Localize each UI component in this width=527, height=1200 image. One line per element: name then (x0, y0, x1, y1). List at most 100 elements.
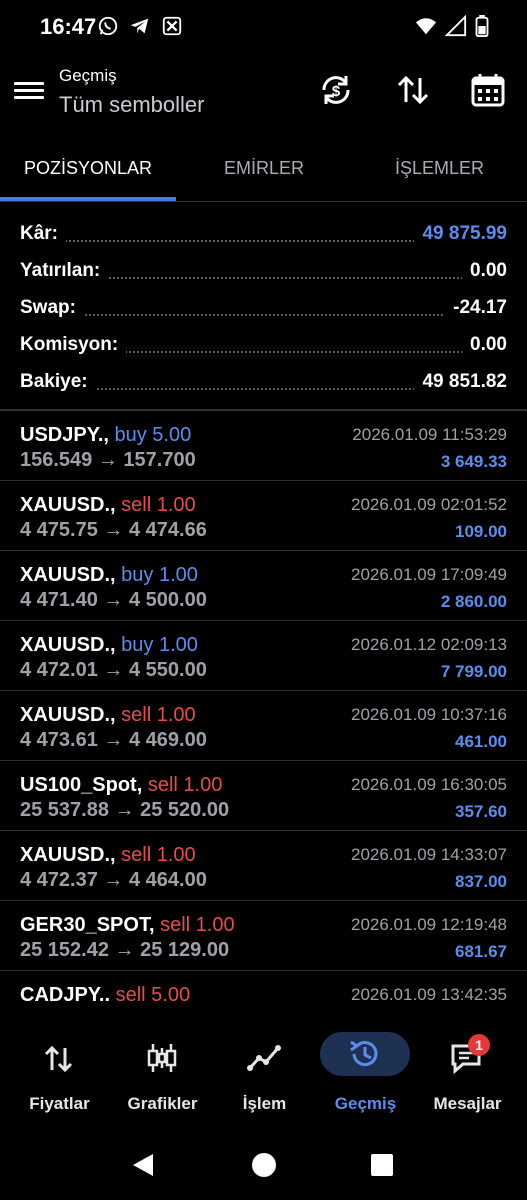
trade-side: sell 1.00 (147, 774, 223, 796)
trade-row[interactable]: XAUUSD., buy 1.00 4 472.01 → 4 550.00 20… (0, 621, 527, 691)
trade-profit: 837.00 (455, 872, 507, 891)
trade-date: 2026.01.09 16:30:05 (351, 775, 507, 794)
system-nav-bar (0, 1130, 527, 1200)
summary-value: 49 875.99 (414, 223, 507, 245)
summary-value: 0.00 (462, 260, 507, 282)
trade-prices: 4 473.61 → 4 469.00 (20, 729, 207, 751)
summary-row-swap: Swap: -24.17 (20, 292, 507, 322)
trade-symbol: XAUUSD., (20, 494, 116, 516)
sort-icon[interactable] (395, 72, 431, 108)
trade-prices: 4 471.40 → 4 500.00 (20, 589, 207, 611)
summary-label: Bakiye: (20, 371, 96, 393)
trade-prices: 4 472.01 → 4 550.00 (20, 659, 207, 681)
trade-symbol: XAUUSD., (20, 564, 116, 586)
trade-prices: 4 475.75 → 4 474.66 (20, 519, 207, 541)
battery-icon (475, 15, 489, 37)
nav-label: Mesajlar (433, 1094, 502, 1113)
trade-symbol: CADJPY.. (20, 984, 111, 1006)
trade-row[interactable]: XAUUSD., sell 1.00 4 473.61 → 4 469.00 2… (0, 691, 527, 761)
page-title: Geçmiş (59, 66, 117, 85)
telegram-icon (130, 18, 149, 34)
svg-text:$: $ (332, 83, 341, 100)
trade-profit: 109.00 (455, 522, 507, 541)
trade-icon (247, 1045, 281, 1071)
back-icon[interactable] (130, 1152, 156, 1178)
summary-row-commission: Komisyon: 0.00 (20, 329, 507, 359)
chart-icon (147, 1044, 177, 1072)
trade-date: 2026.01.09 13:42:35 (351, 985, 507, 1004)
tab-divider (0, 201, 527, 202)
recents-icon[interactable] (370, 1153, 394, 1177)
trade-side: sell 1.00 (121, 844, 196, 866)
nav-trade[interactable]: İşlem (212, 1030, 317, 1120)
nav-label: Fiyatlar (29, 1094, 90, 1113)
trade-row[interactable]: GER30_SPOT, sell 1.00 25 152.42 → 25 129… (0, 901, 527, 971)
trade-row[interactable]: XAUUSD., sell 1.00 4 472.37 → 4 464.00 2… (0, 831, 527, 901)
dollar-refresh-icon[interactable]: $ (318, 72, 354, 108)
whatsapp-icon (98, 16, 118, 36)
trade-row[interactable]: US100_Spot, sell 1.00 25 537.88 → 25 520… (0, 761, 527, 831)
trade-side: sell 5.00 (115, 984, 191, 1006)
nav-quotes[interactable]: Fiyatlar (7, 1030, 112, 1120)
trade-date: 2026.01.09 10:37:16 (351, 705, 507, 724)
bottom-nav: Fiyatlar Grafikler İşlem Geçmiş Mesajlar (0, 1020, 527, 1120)
signal-icon (445, 15, 467, 37)
wifi-icon (415, 18, 437, 35)
summary-row-deposit: Yatırılan: 0.00 (20, 255, 507, 285)
trade-side: buy 1.00 (121, 634, 198, 656)
trade-date: 2026.01.09 11:53:29 (352, 425, 507, 444)
summary-value: 49 851.82 (414, 371, 507, 393)
trade-date: 2026.01.12 02:09:13 (351, 635, 507, 654)
trade-date: 2026.01.09 12:19:48 (351, 915, 507, 934)
symbol-filter[interactable]: Tüm semboller (59, 92, 204, 118)
trade-symbol: GER30_SPOT, (20, 914, 155, 936)
nav-label: Grafikler (127, 1094, 198, 1113)
trade-row[interactable]: USDJPY., buy 5.00 156.549 → 157.700 2026… (0, 411, 527, 481)
summary-label: Yatırılan: (20, 260, 109, 282)
summary-label: Kâr: (20, 223, 67, 245)
trade-symbol: USDJPY., (20, 424, 109, 446)
app-bar: Geçmiş Tüm semboller $ (0, 56, 527, 146)
trade-profit: 357.60 (455, 802, 507, 821)
trade-date: 2026.01.09 17:09:49 (351, 565, 507, 584)
trade-profit: 681.67 (455, 942, 507, 961)
summary-value: -24.17 (445, 297, 507, 319)
tab-positions[interactable]: POZİSYONLAR (0, 148, 176, 202)
calendar-icon[interactable] (470, 72, 506, 108)
trade-symbol: XAUUSD., (20, 634, 116, 656)
trade-row[interactable]: XAUUSD., sell 1.00 4 475.75 → 4 474.66 2… (0, 481, 527, 551)
trade-profit: 3 649.33 (440, 452, 507, 471)
trade-prices: 156.549 → 157.700 (20, 449, 196, 471)
summary-row-profit: Kâr: 49 875.99 (20, 218, 507, 248)
history-icon (350, 1040, 378, 1067)
nav-label: Geçmiş (334, 1094, 397, 1113)
summary-label: Swap: (20, 297, 84, 319)
messages-badge: 1 (468, 1034, 490, 1056)
trade-side: buy 1.00 (121, 564, 198, 586)
nav-label: İşlem (242, 1094, 287, 1113)
trade-profit: 2 860.00 (440, 592, 507, 611)
summary-value: 0.00 (462, 334, 507, 356)
trade-side: sell 1.00 (160, 914, 235, 936)
trade-symbol: XAUUSD., (20, 704, 116, 726)
summary-row-balance: Bakiye: 49 851.82 (20, 366, 507, 396)
summary-label: Komisyon: (20, 334, 127, 356)
trade-symbol: XAUUSD., (20, 844, 116, 866)
trade-prices: 25 537.88 → 25 520.00 (20, 799, 230, 821)
app-icon (162, 16, 182, 36)
trade-profit: 7 799.00 (440, 662, 507, 681)
tab-orders[interactable]: EMİRLER (176, 148, 352, 202)
trade-prices: 25 152.42 → 25 129.00 (20, 939, 230, 961)
trade-row[interactable]: XAUUSD., buy 1.00 4 471.40 → 4 500.00 20… (0, 551, 527, 621)
home-icon[interactable] (251, 1152, 277, 1178)
trade-date: 2026.01.09 02:01:52 (351, 495, 507, 514)
menu-icon[interactable] (14, 78, 44, 106)
quotes-icon (44, 1045, 73, 1073)
trade-symbol: US100_Spot, (20, 774, 143, 796)
trade-side: sell 1.00 (121, 494, 196, 516)
status-bar: 16:47 (0, 0, 527, 56)
trade-side: buy 5.00 (114, 424, 192, 446)
tab-deals[interactable]: İŞLEMLER (352, 148, 527, 202)
nav-charts[interactable]: Grafikler (110, 1030, 215, 1120)
tab-bar: POZİSYONLAR EMİRLER İŞLEMLER (0, 148, 527, 202)
